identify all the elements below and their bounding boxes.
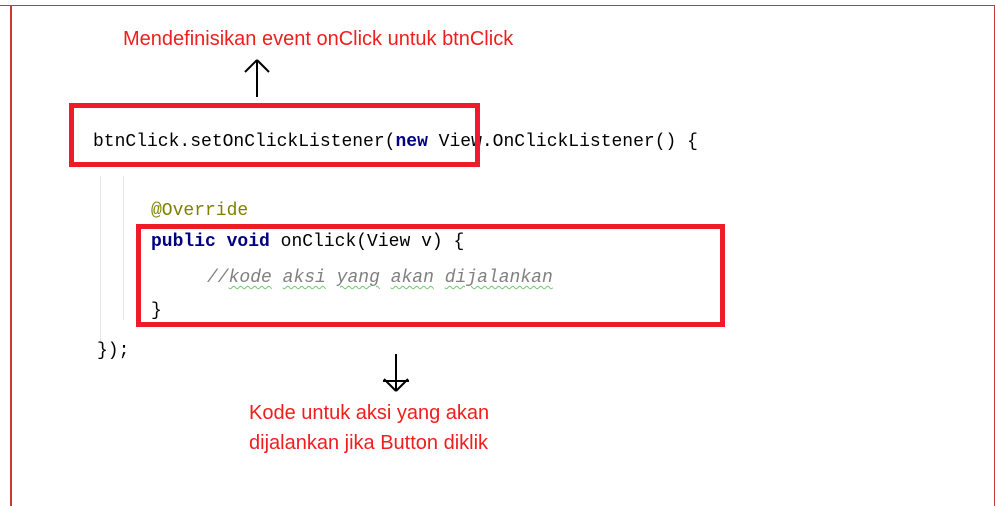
arrow-up-icon (242, 56, 272, 98)
screenshot-frame: Mendefinisikan event onClick untuk btnCl… (0, 0, 995, 506)
code-line-override: @Override (151, 201, 249, 221)
frame-top-edge (0, 5, 995, 6)
highlight-box-onclick-method (136, 224, 725, 327)
indent-guide-inner (123, 176, 124, 320)
frame-left-edge (10, 5, 12, 506)
highlight-box-setonclicklistener (69, 103, 480, 167)
top-annotation: Mendefinisikan event onClick untuk btnCl… (123, 28, 514, 50)
arrow-down-icon (381, 353, 411, 395)
bottom-annotation-line-1: Kode untuk aksi yang akan (249, 402, 490, 424)
bottom-annotation: Kode untuk aksi yang akan dijalankan jik… (249, 398, 489, 458)
bottom-annotation-line-2: dijalankan jika Button diklik (249, 432, 489, 454)
indent-guide-outer (100, 176, 101, 344)
code-line-listener-close: }); (97, 341, 130, 361)
